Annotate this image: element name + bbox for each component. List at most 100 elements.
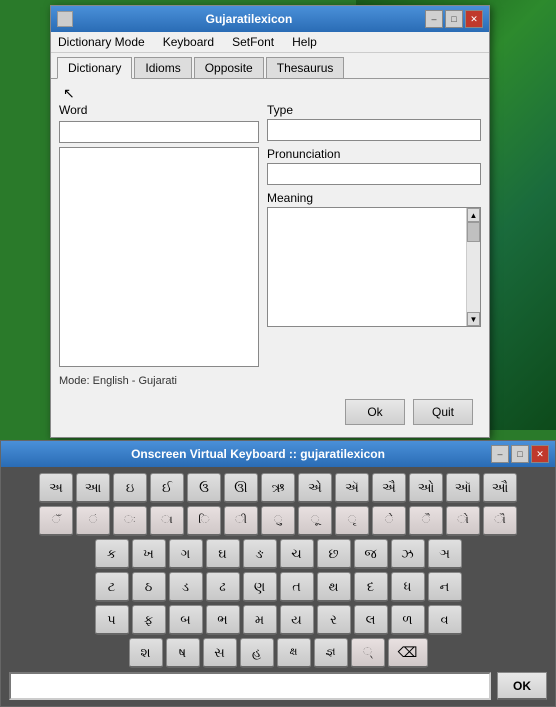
kb-maximize-button[interactable]: □	[511, 445, 529, 463]
key-ae[interactable]: ઍ	[335, 473, 369, 503]
key-au[interactable]: ઔ	[483, 473, 517, 503]
maximize-button[interactable]: □	[445, 10, 463, 28]
key-ka[interactable]: ક	[95, 539, 129, 569]
kb-row-cons3: પ ફ બ ભ મ ય ર લ ળ વ	[5, 605, 551, 635]
key-lla[interactable]: ળ	[391, 605, 425, 635]
key-i[interactable]: ઇ	[113, 473, 147, 503]
key-kha[interactable]: ખ	[132, 539, 166, 569]
tab-dictionary[interactable]: Dictionary	[57, 57, 132, 79]
minimize-button[interactable]: –	[425, 10, 443, 28]
key-ksha[interactable]: ક્ષ	[277, 638, 311, 668]
key-virama[interactable]: ્	[351, 638, 385, 668]
key-ii-matra[interactable]: ી	[224, 506, 258, 536]
pronunciation-input[interactable]	[267, 163, 481, 185]
key-chandrabindu[interactable]: ઁ	[39, 506, 73, 536]
window-title: Gujaratilexicon	[73, 12, 425, 26]
key-ta[interactable]: ટ	[95, 572, 129, 602]
kb-row-vowels: અ આ ઇ ઈ ઉ ઊ ઋ એ ઍ ઐ ઓ ઑ ઔ	[5, 473, 551, 503]
key-pha[interactable]: ફ	[132, 605, 166, 635]
meaning-scrollbar: ▲ ▼	[466, 208, 480, 326]
key-ai-matra[interactable]: ૈ	[409, 506, 443, 536]
key-e[interactable]: એ	[298, 473, 332, 503]
key-i-matra[interactable]: િ	[187, 506, 221, 536]
word-input[interactable]	[59, 121, 259, 143]
app-icon	[57, 11, 73, 27]
type-input[interactable]	[267, 119, 481, 141]
key-ta2[interactable]: ત	[280, 572, 314, 602]
menu-help[interactable]: Help	[289, 34, 320, 50]
key-dha[interactable]: ઢ	[206, 572, 240, 602]
key-ya[interactable]: ય	[280, 605, 314, 635]
kb-minimize-button[interactable]: –	[491, 445, 509, 463]
key-aa-matra[interactable]: ા	[150, 506, 184, 536]
key-visarga[interactable]: ઃ	[113, 506, 147, 536]
key-ssa[interactable]: ષ	[166, 638, 200, 668]
title-bar-left	[57, 11, 73, 27]
key-ma[interactable]: મ	[243, 605, 277, 635]
key-uu[interactable]: ઊ	[224, 473, 258, 503]
key-na2[interactable]: ન	[428, 572, 462, 602]
kb-close-button[interactable]: ✕	[531, 445, 549, 463]
tab-thesaurus[interactable]: Thesaurus	[266, 57, 345, 78]
key-e-matra[interactable]: ે	[372, 506, 406, 536]
kb-ok-button[interactable]: OK	[497, 672, 547, 700]
keyboard-window: Onscreen Virtual Keyboard :: gujaratilex…	[0, 440, 556, 707]
key-ga[interactable]: ગ	[169, 539, 203, 569]
key-jha[interactable]: ઝ	[391, 539, 425, 569]
key-va[interactable]: વ	[428, 605, 462, 635]
key-ri-matra[interactable]: ૃ	[335, 506, 369, 536]
word-list[interactable]	[59, 147, 259, 367]
key-aw[interactable]: ઑ	[446, 473, 480, 503]
tab-idioms[interactable]: Idioms	[134, 57, 191, 78]
key-ii[interactable]: ઈ	[150, 473, 184, 503]
tab-opposite[interactable]: Opposite	[194, 57, 264, 78]
key-ja[interactable]: જ	[354, 539, 388, 569]
key-u-matra[interactable]: ુ	[261, 506, 295, 536]
key-da2[interactable]: દ	[354, 572, 388, 602]
kb-text-input[interactable]	[9, 672, 491, 700]
key-da[interactable]: ડ	[169, 572, 203, 602]
key-sha[interactable]: શ	[129, 638, 163, 668]
key-jnya[interactable]: જ્ઞ	[314, 638, 348, 668]
scroll-handle[interactable]	[467, 222, 480, 242]
key-aa[interactable]: આ	[76, 473, 110, 503]
key-na[interactable]: ણ	[243, 572, 277, 602]
meaning-wrapper: ▲ ▼	[267, 207, 481, 327]
key-tha2[interactable]: થ	[317, 572, 351, 602]
key-ra[interactable]: ર	[317, 605, 351, 635]
title-bar: Gujaratilexicon – □ ✕	[51, 6, 489, 32]
menu-keyboard[interactable]: Keyboard	[160, 34, 217, 50]
title-controls: – □ ✕	[425, 10, 483, 28]
key-chha[interactable]: છ	[317, 539, 351, 569]
key-nga[interactable]: ઙ	[243, 539, 277, 569]
key-o[interactable]: ઓ	[409, 473, 443, 503]
key-la[interactable]: લ	[354, 605, 388, 635]
key-bha[interactable]: ભ	[206, 605, 240, 635]
key-dha2[interactable]: ધ	[391, 572, 425, 602]
key-sa[interactable]: સ	[203, 638, 237, 668]
key-gha[interactable]: ઘ	[206, 539, 240, 569]
key-ri[interactable]: ઋ	[261, 473, 295, 503]
ok-button[interactable]: Ok	[345, 399, 405, 425]
scroll-up-button[interactable]: ▲	[467, 208, 480, 222]
key-anusvara[interactable]: ં	[76, 506, 110, 536]
menu-dictionary-mode[interactable]: Dictionary Mode	[55, 34, 148, 50]
key-nya[interactable]: ઞ	[428, 539, 462, 569]
key-au-matra[interactable]: ૌ	[483, 506, 517, 536]
key-ba[interactable]: બ	[169, 605, 203, 635]
key-ai[interactable]: ઐ	[372, 473, 406, 503]
key-tha[interactable]: ઠ	[132, 572, 166, 602]
key-cha[interactable]: ચ	[280, 539, 314, 569]
key-u[interactable]: ઉ	[187, 473, 221, 503]
key-ha[interactable]: હ	[240, 638, 274, 668]
quit-button[interactable]: Quit	[413, 399, 473, 425]
key-uu-matra[interactable]: ૂ	[298, 506, 332, 536]
menu-setfont[interactable]: SetFont	[229, 34, 277, 50]
key-o-matra[interactable]: ો	[446, 506, 480, 536]
close-button[interactable]: ✕	[465, 10, 483, 28]
scroll-down-button[interactable]: ▼	[467, 312, 480, 326]
key-backspace[interactable]: ⌫	[388, 638, 428, 668]
key-pa[interactable]: પ	[95, 605, 129, 635]
kb-title-text: Onscreen Virtual Keyboard :: gujaratilex…	[25, 447, 491, 461]
key-a[interactable]: અ	[39, 473, 73, 503]
